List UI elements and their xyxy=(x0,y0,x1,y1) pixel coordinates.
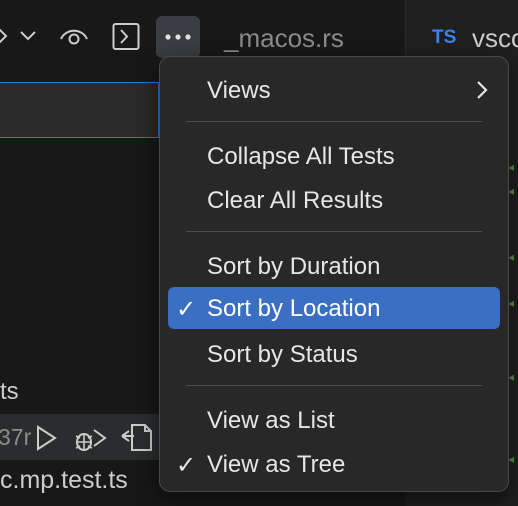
eye-icon[interactable] xyxy=(59,22,89,57)
gutter-indicator: ◂ xyxy=(508,296,515,310)
gutter-indicator: ◂ xyxy=(508,160,515,174)
menu-item-label: Sort by Status xyxy=(207,341,358,368)
tab-label: _macos.rs xyxy=(224,23,344,53)
menu-separator xyxy=(186,231,482,232)
checkmark-icon: ✓ xyxy=(176,452,197,479)
gutter-indicator: ◂ xyxy=(508,184,515,198)
vscode-window: _macos.rs TS vsco ◂ ◂ ◂ ◂ ◂ ◂ ts 37r xyxy=(0,0,518,506)
terminal-icon[interactable] xyxy=(112,22,140,57)
test-duration: 37r xyxy=(0,424,32,450)
menu-item-label: Sort by Location xyxy=(207,295,381,322)
menu-separator xyxy=(186,385,482,386)
gutter-indicator: ◂ xyxy=(508,250,515,264)
menu-item-collapse-all-tests[interactable]: Collapse All Tests xyxy=(168,135,500,177)
menu-item-label: View as Tree xyxy=(207,451,346,478)
menu-item-label: Collapse All Tests xyxy=(207,143,395,170)
menu-item-view-as-list[interactable]: View as List xyxy=(168,399,500,441)
run-test-icon[interactable] xyxy=(34,424,58,457)
go-to-file-icon[interactable] xyxy=(120,422,154,459)
menu-item-sort-by-status[interactable]: Sort by Status xyxy=(168,333,500,375)
menu-item-sort-by-location[interactable]: ✓ Sort by Location xyxy=(168,287,500,329)
gutter-indicator: ◂ xyxy=(508,370,515,384)
chevron-right-icon[interactable] xyxy=(0,24,10,53)
test-filter-input[interactable] xyxy=(0,82,159,138)
typescript-badge-icon: TS xyxy=(432,27,457,48)
debug-test-icon[interactable] xyxy=(72,424,108,459)
menu-item-view-as-tree[interactable]: ✓ View as Tree xyxy=(168,443,500,485)
menu-item-label: Views xyxy=(207,77,271,104)
more-icon xyxy=(165,34,191,40)
test-item-row[interactable]: 37r xyxy=(0,414,160,460)
more-actions-button[interactable] xyxy=(156,16,200,58)
test-view-more-menu: Views Collapse All Tests Clear All Resul… xyxy=(159,56,509,492)
menu-separator xyxy=(186,121,482,122)
menu-item-label: Sort by Duration xyxy=(207,253,381,280)
menu-item-clear-all-results[interactable]: Clear All Results xyxy=(168,179,500,221)
gutter-indicator: ◂ xyxy=(508,452,515,466)
menu-item-label: Clear All Results xyxy=(207,187,384,214)
chevron-right-icon xyxy=(474,79,490,108)
test-file-name: c.mp.test.ts xyxy=(0,466,128,494)
section-label: ts xyxy=(0,378,19,405)
checkmark-icon: ✓ xyxy=(176,296,197,323)
tab-label: vsco xyxy=(472,23,518,53)
menu-item-label: View as List xyxy=(207,407,335,434)
menu-item-views[interactable]: Views xyxy=(168,69,500,111)
menu-item-sort-by-duration[interactable]: Sort by Duration xyxy=(168,245,500,287)
chevron-down-icon[interactable] xyxy=(18,26,38,51)
